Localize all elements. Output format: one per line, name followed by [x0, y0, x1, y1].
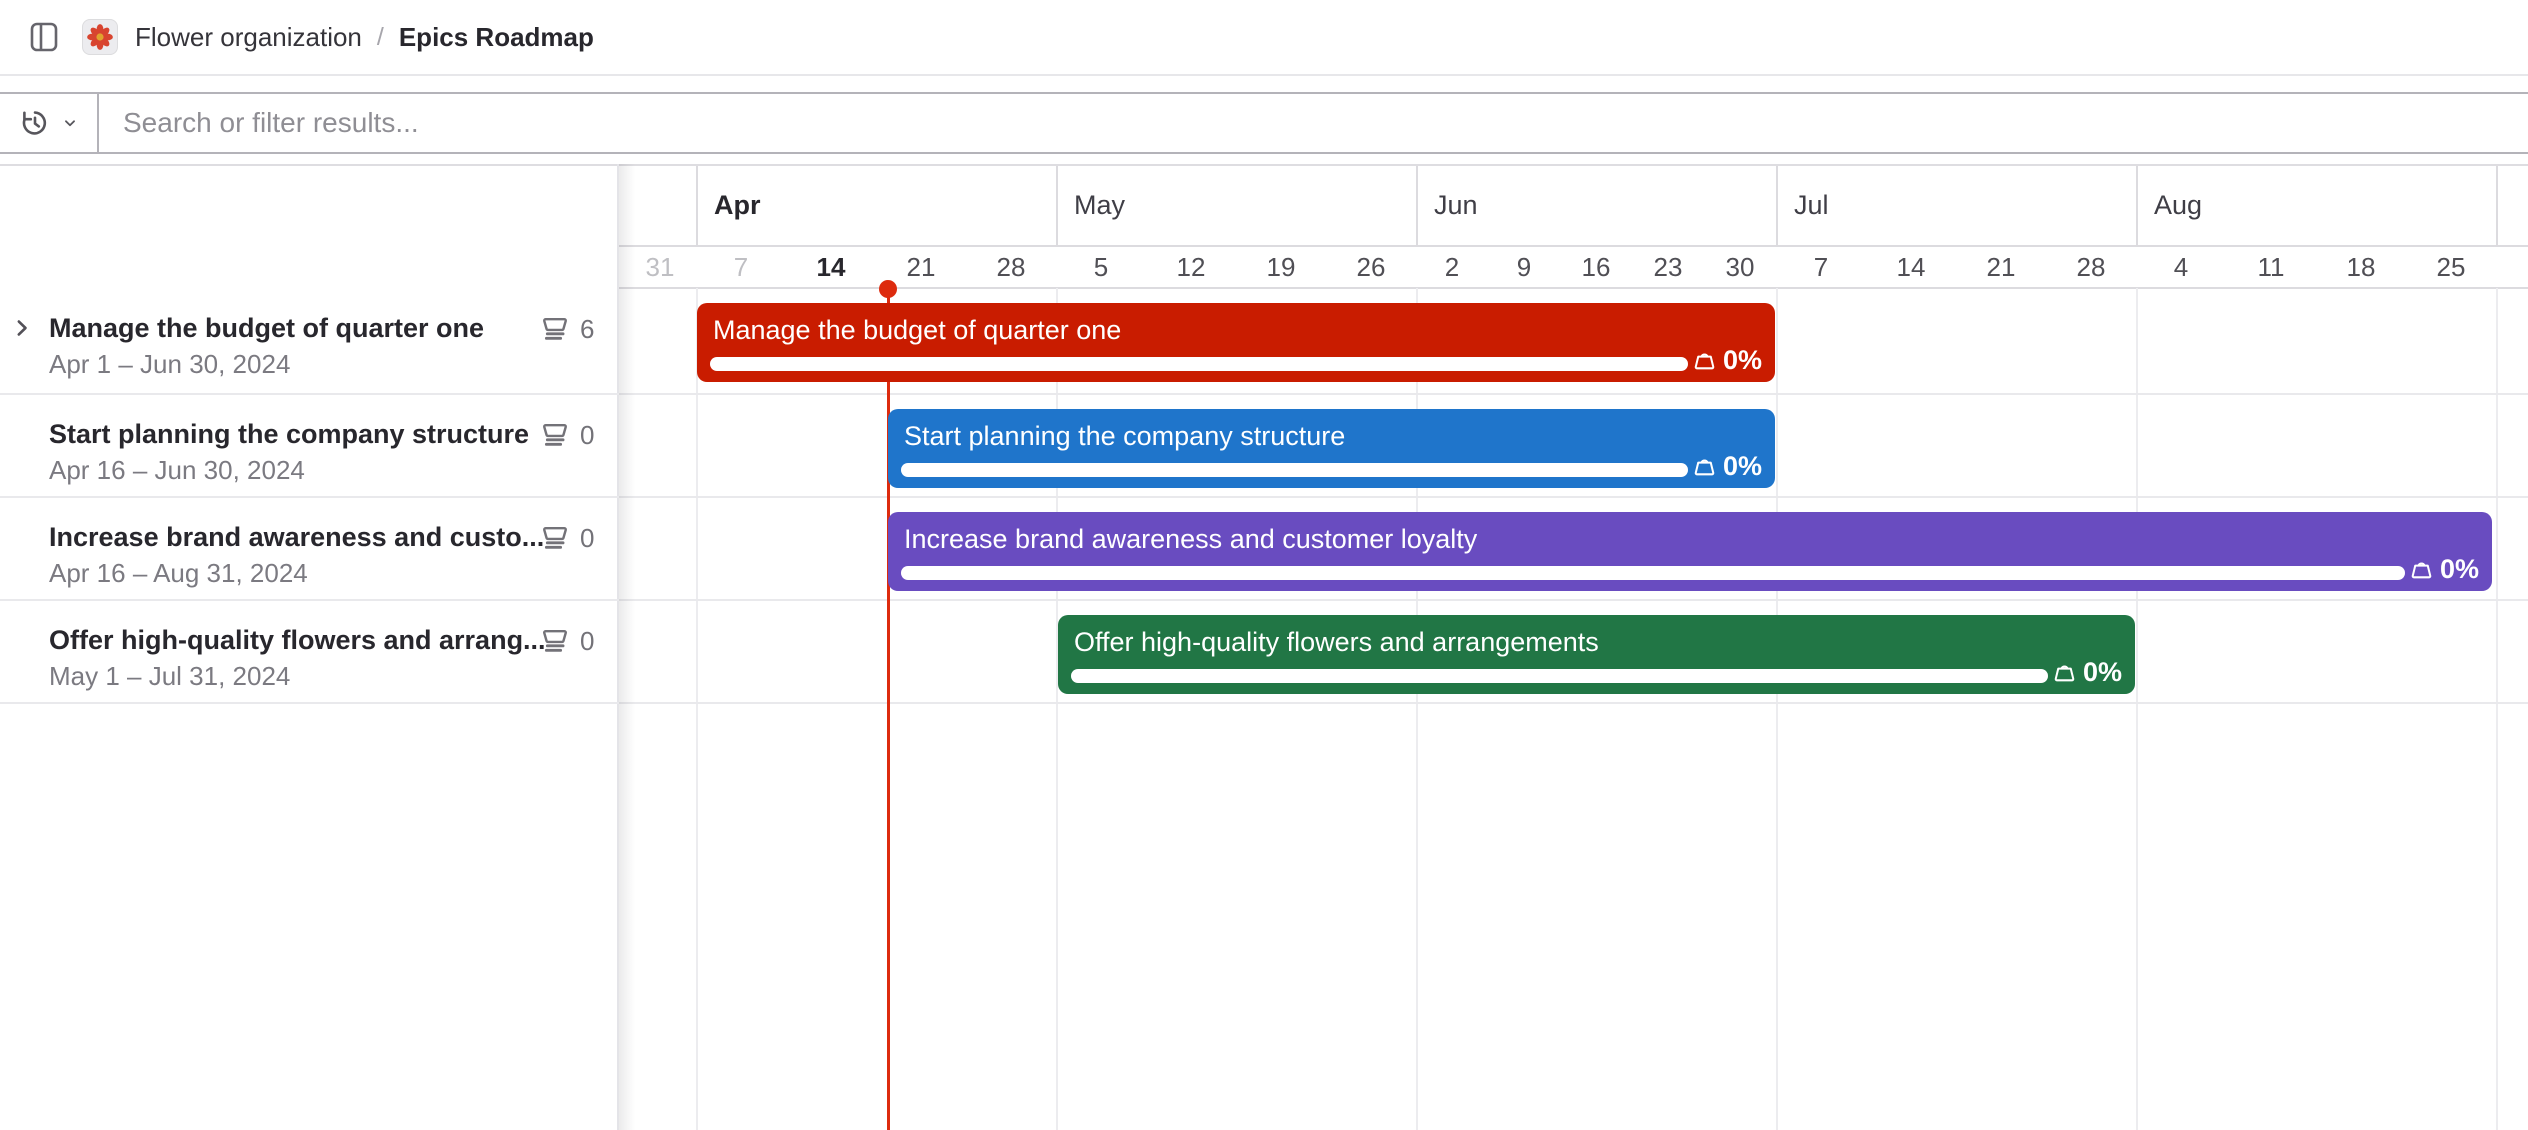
epic-bar-title: Offer high-quality flowers and arrangeme… [1074, 625, 1599, 659]
epic-timeline-bar[interactable]: Manage the budget of quarter one 0% [697, 303, 1775, 382]
epic-bar-title: Increase brand awareness and customer lo… [904, 522, 1477, 556]
epic-progress-percent: 0% [2440, 554, 2479, 585]
epic-timeline-bar[interactable]: Increase brand awareness and customer lo… [888, 512, 2492, 591]
weight-icon [2052, 661, 2077, 686]
month-gridline [696, 288, 698, 1130]
chevron-right-glyph [8, 314, 36, 342]
month-gridline [1776, 288, 1778, 1130]
weight-icon [1692, 349, 1717, 374]
weight-icon [2409, 558, 2434, 583]
epic-child-count: 0 [580, 625, 594, 657]
list-scroll-shadow [619, 164, 635, 1130]
row-separator [0, 496, 2528, 498]
epic-title-link[interactable]: Offer high-quality flowers and arrang... [49, 623, 546, 657]
epic-icon [540, 313, 570, 343]
epic-title-link[interactable]: Increase brand awareness and custo... [49, 520, 544, 554]
epic-date-range: Apr 1 – Jun 30, 2024 [49, 348, 290, 380]
epic-bar-title: Start planning the company structure [904, 419, 1345, 453]
weight-icon-glyph [1692, 455, 1717, 480]
epic-child-count: 0 [580, 522, 594, 554]
epic-icon [540, 419, 570, 449]
row-separator [0, 599, 2528, 601]
weight-icon-glyph [2052, 661, 2077, 686]
epic-progress-track [901, 566, 2405, 580]
epic-date-range: May 1 – Jul 31, 2024 [49, 660, 290, 692]
epic-icon-glyph [540, 313, 570, 343]
epic-child-count: 0 [580, 419, 594, 451]
epic-date-range: Apr 16 – Jun 30, 2024 [49, 454, 305, 486]
epic-title-link[interactable]: Manage the budget of quarter one [49, 311, 484, 345]
epic-progress-percent: 0% [1723, 451, 1762, 482]
epic-title-link[interactable]: Start planning the company structure [49, 417, 529, 451]
epic-icon-glyph [540, 625, 570, 655]
epic-progress-track [710, 357, 1688, 371]
month-gridline [2496, 288, 2498, 1130]
epic-timeline-bar[interactable]: Offer high-quality flowers and arrangeme… [1058, 615, 2135, 694]
today-indicator-dot [879, 280, 897, 298]
epic-progress-percent: 0% [1723, 345, 1762, 376]
epic-child-count: 6 [580, 313, 594, 345]
epic-list-row: Start planning the company structureApr … [0, 394, 618, 497]
row-separator [0, 702, 2528, 704]
epic-icon-glyph [540, 419, 570, 449]
epic-list-row: Increase brand awareness and custo...Apr… [0, 497, 618, 600]
row-separator [0, 393, 2528, 395]
epic-progress-percent: 0% [2083, 657, 2122, 688]
epic-date-range: Apr 16 – Aug 31, 2024 [49, 557, 308, 589]
expand-chevron-right-icon[interactable] [8, 314, 36, 342]
epic-list-row: Manage the budget of quarter oneApr 1 – … [0, 288, 618, 394]
weight-icon [1692, 455, 1717, 480]
epic-bar-title: Manage the budget of quarter one [713, 313, 1121, 347]
epic-list-row: Offer high-quality flowers and arrang...… [0, 600, 618, 703]
epic-progress-track [901, 463, 1688, 477]
weight-icon-glyph [2409, 558, 2434, 583]
epic-timeline-bar[interactable]: Start planning the company structure 0% [888, 409, 1775, 488]
epic-icon [540, 625, 570, 655]
epic-progress-track [1071, 669, 2048, 683]
month-gridline [2136, 288, 2138, 1130]
epic-icon-glyph [540, 522, 570, 552]
epic-icon [540, 522, 570, 552]
weight-icon-glyph [1692, 349, 1717, 374]
